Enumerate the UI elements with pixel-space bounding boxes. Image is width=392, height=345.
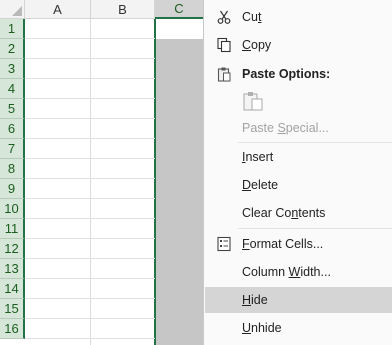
gridline xyxy=(25,78,155,79)
menu-item-copy[interactable]: Copy xyxy=(204,32,392,58)
gridline xyxy=(25,178,155,179)
row-header[interactable]: 12 xyxy=(0,239,25,259)
menu-item-label: Cut xyxy=(242,10,262,24)
menu-item-unhide[interactable]: Unhide xyxy=(204,315,392,341)
scissors-icon xyxy=(217,10,231,24)
active-cell-c1[interactable] xyxy=(156,19,204,39)
menu-item-label: Paste Options: xyxy=(242,67,331,81)
menu-item-label: Hide xyxy=(242,293,268,307)
row-header[interactable]: 1 xyxy=(0,19,25,39)
menu-separator xyxy=(238,142,392,143)
menu-item-label: Column Width... xyxy=(242,265,331,279)
menu-item-label: Format Cells... xyxy=(242,237,324,251)
menu-item-label: Clear Contents xyxy=(242,206,326,220)
paste-option-button-icon[interactable] xyxy=(242,90,264,112)
gridline xyxy=(25,298,155,299)
row-header[interactable]: 2 xyxy=(0,39,25,59)
select-all-triangle-icon xyxy=(12,6,22,16)
menu-item-paste-options: Paste Options: xyxy=(204,61,392,87)
gridline xyxy=(25,138,155,139)
menu-item-delete[interactable]: Delete xyxy=(204,172,392,198)
select-all-corner[interactable] xyxy=(0,0,25,19)
menu-item-column-width[interactable]: Column Width... xyxy=(204,259,392,285)
menu-item-label: Paste Special... xyxy=(242,121,329,135)
gridline xyxy=(25,158,155,159)
gridline xyxy=(25,318,155,319)
row-header[interactable]: 16 xyxy=(0,319,25,339)
gridline xyxy=(25,198,155,199)
row-header[interactable]: 10 xyxy=(0,199,25,219)
menu-item-label: Insert xyxy=(242,150,274,164)
row-header[interactable]: 11 xyxy=(0,219,25,239)
gridline xyxy=(25,238,155,239)
format-cells-icon xyxy=(217,236,231,252)
menu-separator xyxy=(238,228,392,229)
gridline xyxy=(25,258,155,259)
column-header-c[interactable]: C xyxy=(155,0,204,19)
gridline xyxy=(25,98,155,99)
menu-item-label: Copy xyxy=(242,38,272,52)
row-header[interactable]: 9 xyxy=(0,179,25,199)
gridline xyxy=(25,338,155,339)
menu-item-hide[interactable]: Hide xyxy=(205,287,392,313)
gridline xyxy=(25,278,155,279)
menu-item-label: Delete xyxy=(242,178,279,192)
menu-item-paste-special: Paste Special... xyxy=(204,115,392,141)
row-header[interactable]: 15 xyxy=(0,299,25,319)
gridline xyxy=(25,58,155,59)
row-header[interactable]: 4 xyxy=(0,79,25,99)
context-menu: Cut Copy Paste Options: Paste Special...… xyxy=(203,0,392,345)
menu-item-label: Unhide xyxy=(242,321,282,335)
menu-item-format-cells[interactable]: Format Cells... xyxy=(204,231,392,257)
row-header[interactable]: 14 xyxy=(0,279,25,299)
column-header-b[interactable]: B xyxy=(91,0,155,19)
row-header[interactable]: 5 xyxy=(0,99,25,119)
menu-item-insert[interactable]: Insert xyxy=(204,144,392,170)
gridline xyxy=(25,118,155,119)
gridline xyxy=(25,38,155,39)
row-header[interactable]: 6 xyxy=(0,119,25,139)
copy-icon xyxy=(217,37,231,53)
menu-item-cut[interactable]: Cut xyxy=(204,4,392,30)
row-header[interactable]: 8 xyxy=(0,159,25,179)
gridline xyxy=(25,218,155,219)
row-header[interactable]: 13 xyxy=(0,259,25,279)
paste-icon xyxy=(217,67,231,82)
row-header[interactable]: 7 xyxy=(0,139,25,159)
selection-border xyxy=(154,19,156,345)
menu-item-clear-contents[interactable]: Clear Contents xyxy=(204,200,392,226)
gridline xyxy=(90,19,91,345)
column-header-a[interactable]: A xyxy=(25,0,91,19)
row-header[interactable]: 3 xyxy=(0,59,25,79)
selected-column-c-cells[interactable] xyxy=(156,39,204,345)
